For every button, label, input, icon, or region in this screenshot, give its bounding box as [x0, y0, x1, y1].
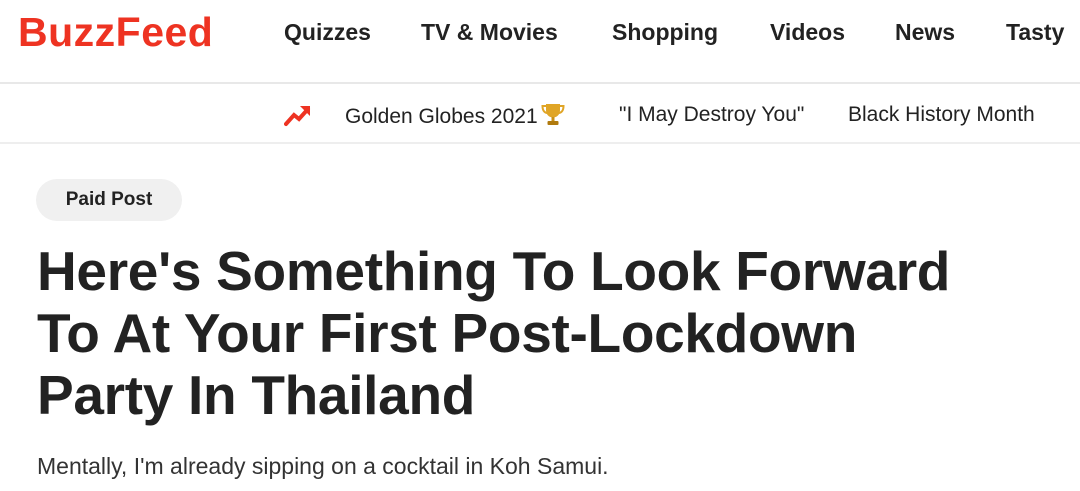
article-subtitle: Mentally, I'm already sipping on a cockt…: [37, 453, 609, 479]
trending-item-label: Golden Globes 2021: [345, 105, 538, 128]
nav-item-quizzes[interactable]: Quizzes: [284, 18, 371, 46]
trophy-icon: [541, 104, 565, 125]
paid-post-badge: Paid Post: [36, 179, 182, 221]
nav-item-tv-movies[interactable]: TV & Movies: [421, 18, 558, 46]
nav-item-news[interactable]: News: [895, 18, 955, 46]
nav-item-tasty[interactable]: Tasty: [1006, 18, 1064, 46]
nav-item-shopping[interactable]: Shopping: [612, 18, 718, 46]
trending-item-golden-globes[interactable]: Golden Globes 2021: [345, 101, 566, 131]
top-navigation-bar: BuzzFeed Quizzes TV & Movies Shopping Vi…: [0, 0, 1080, 84]
trending-item-i-may-destroy-you[interactable]: "I May Destroy You": [619, 101, 804, 129]
article-headline: Here's Something To Look Forward To At Y…: [37, 240, 951, 426]
nav-item-videos[interactable]: Videos: [770, 18, 845, 46]
buzzfeed-logo[interactable]: BuzzFeed: [18, 10, 213, 54]
trending-arrow-icon: [284, 106, 310, 126]
trending-item-black-history-month[interactable]: Black History Month: [848, 101, 1035, 129]
